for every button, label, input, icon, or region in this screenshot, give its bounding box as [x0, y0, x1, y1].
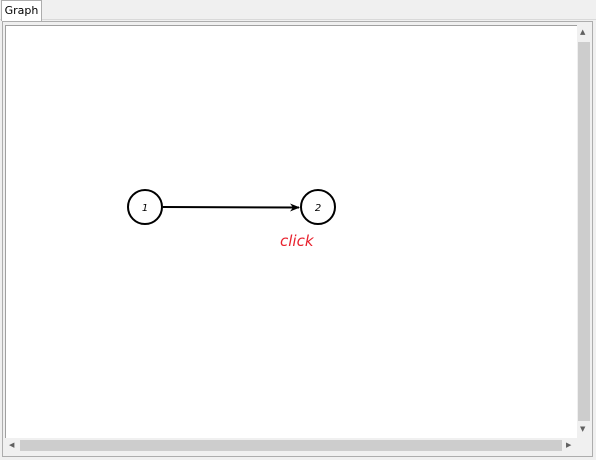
edge-1-2[interactable]	[162, 203, 300, 212]
graph-svg: 1 2 click	[127, 189, 336, 250]
horizontal-scrollbar[interactable]: ◀ ▶	[5, 438, 577, 454]
scroll-right-arrow-icon[interactable]: ▶	[566, 442, 571, 449]
graph-window: Graph 1 2 click ▲ ▼ ◀ ▶	[0, 0, 596, 460]
tab-strip: Graph	[0, 0, 596, 21]
horizontal-scroll-thumb[interactable]	[20, 440, 562, 451]
graph-node-1[interactable]: 1	[127, 189, 163, 225]
click-annotation: click	[280, 232, 315, 250]
vertical-scrollbar[interactable]: ▲ ▼	[577, 25, 591, 438]
scroll-up-arrow-icon[interactable]: ▲	[580, 29, 585, 36]
node-label: 2	[315, 203, 321, 214]
graph-panel: 1 2 click ▲ ▼ ◀ ▶	[2, 21, 593, 457]
scroll-down-arrow-icon[interactable]: ▼	[580, 426, 585, 433]
graph-node-2[interactable]: 2	[300, 189, 336, 225]
graph-canvas[interactable]: 1 2 click	[5, 25, 577, 438]
node-label: 1	[142, 203, 148, 214]
scroll-left-arrow-icon[interactable]: ◀	[9, 442, 14, 449]
scrollbar-corner	[577, 438, 591, 454]
tab-graph[interactable]: Graph	[1, 0, 42, 21]
vertical-scroll-thumb[interactable]	[578, 42, 590, 421]
